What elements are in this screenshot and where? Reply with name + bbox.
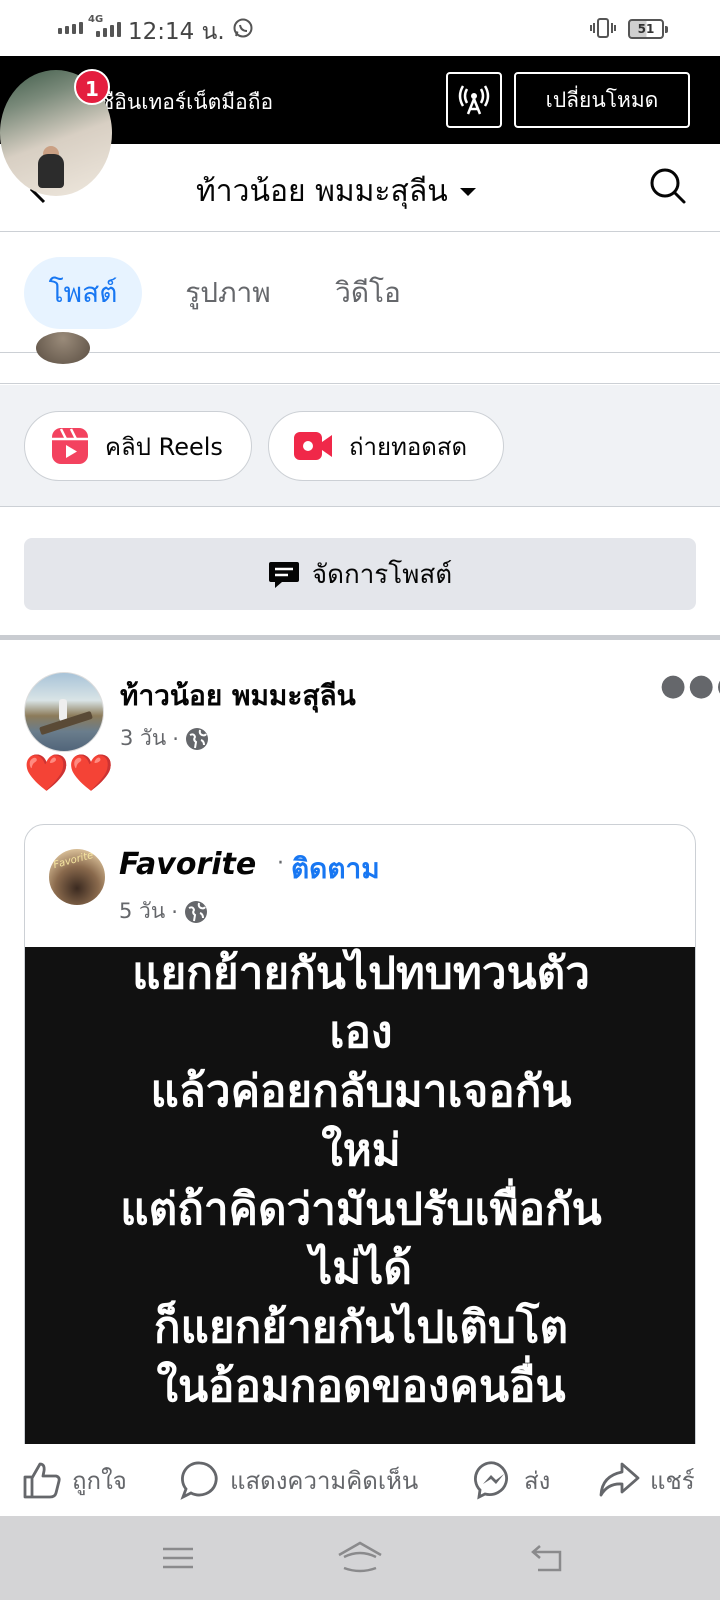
more-options-icon[interactable]: ●●● [660,668,720,703]
globe-icon [185,727,208,750]
quote-line: ใหม่ [321,1125,401,1176]
like-label: ถูกใจ [72,1466,127,1495]
signal-icon [58,22,83,34]
shared-post[interactable]: Favorite Favorite · ติดตาม 5 วัน · แยกย้… [24,824,696,1444]
send-label: ส่ง [524,1466,551,1495]
share-icon [599,1462,640,1497]
profile-switcher[interactable]: ท้าวน้อย พมมะสุลีน [196,168,478,215]
antenna-icon [458,85,490,115]
like-button[interactable]: ถูกใจ [22,1452,127,1508]
quote-line: ในอ้อมกอดของคนอื่น [156,1361,566,1412]
shared-page-avatar[interactable]: Favorite [49,849,105,905]
share-label: แชร์ [650,1466,695,1495]
status-bar: 4G 12:14 น. 51 [0,0,720,56]
comment-button[interactable]: แสดงความคิดเห็น [180,1452,418,1508]
reels-label: คลิป Reels [105,432,223,461]
create-options: คลิป Reels ถ่ายทอดสด [0,385,720,507]
live-button[interactable]: ถ่ายทอดสด [268,411,504,481]
quote-image[interactable]: แยกย้ายกันไปทบทวนตัว เอง แล้วค่อยกลับมาเ… [25,947,695,1444]
system-navigation-bar [0,1516,720,1600]
follow-button[interactable]: ติดตาม [291,847,380,891]
live-label: ถ่ายทอดสด [349,432,468,461]
tab-photos[interactable]: รูปภาพ [168,257,288,329]
post-text: ❤️❤️ [24,753,114,794]
whatsapp-icon [232,17,254,43]
composer-avatar [36,332,90,364]
battery-indicator: 51 [628,19,668,39]
manage-posts-icon [268,562,299,588]
globe-icon [184,900,207,923]
post-action-bar: ถูกใจ แสดงความคิดเห็น ส่ง แชร์ [0,1444,720,1516]
profile-tabs: โพสต์ รูปภาพ วิดีโอ [0,233,720,353]
quote-line: เอง [329,1007,393,1058]
banner-text: ชือินเทอร์เน็ตมือถือ [100,90,274,114]
vibrate-icon [590,17,616,43]
composer-strip [0,332,720,384]
comment-label: แสดงความคิดเห็น [230,1466,419,1495]
quote-line: แล้วค่อยกลับมาเจอกัน [150,1066,572,1117]
shared-post-time[interactable]: 5 วัน [119,895,165,928]
tab-posts[interactable]: โพสต์ [24,257,142,329]
quote-line: แต่ถ้าคิดว่ามันปรับเพื่อกัน [120,1184,602,1235]
post-time[interactable]: 3 วัน [120,722,166,755]
profile-name: ท้าวน้อย พมมะสุลีน [196,174,448,209]
notification-badge: 1 [74,69,110,105]
manage-posts-button[interactable]: จัดการโพสต์ [24,538,696,610]
live-video-icon [294,432,332,460]
signal-strength-icon [96,22,121,37]
post-meta: 3 วัน · [120,722,209,755]
tab-videos[interactable]: วิดีโอ [318,257,418,329]
thumbs-up-icon [23,1462,61,1499]
home-icon[interactable] [336,1540,384,1580]
shared-post-meta: 5 วัน · [119,895,208,928]
share-button[interactable]: แชร์ [598,1452,695,1508]
quote-line: ก็แยกย้ายกันไปเติบโต [153,1302,569,1353]
search-icon[interactable] [648,166,688,210]
data-mode-button[interactable] [446,72,502,128]
comment-icon [180,1461,218,1500]
post-author-name[interactable]: ท้าวน้อย พมมะสุลีน [120,674,356,718]
menu-icon[interactable] [160,1540,196,1580]
profile-header: ท้าวน้อย พมมะสุลีน [0,144,720,232]
quote-line: แยกย้ายกันไปทบทวนตัว [132,948,590,999]
manage-posts-label: จัดการโพสต์ [311,559,453,590]
post-author-avatar[interactable] [24,672,104,752]
reels-icon [52,428,88,464]
feed-post: ท้าวน้อย พมมะสุลีน 3 วัน · ●●● ❤️❤️ Favo… [0,644,720,1444]
switch-mode-button[interactable]: เปลี่ยนโหมด [514,72,690,128]
back-icon[interactable] [530,1540,566,1580]
clock: 12:14 น. [128,19,225,45]
messenger-icon [474,1461,508,1500]
shared-page-name[interactable]: Favorite [119,847,256,882]
quote-line: ไม่ได้ [310,1243,412,1294]
manage-posts-section: จัดการโพสต์ [0,508,720,640]
send-button[interactable]: ส่ง [474,1452,550,1508]
caret-down-icon [459,187,476,196]
reels-button[interactable]: คลิป Reels [24,411,252,481]
